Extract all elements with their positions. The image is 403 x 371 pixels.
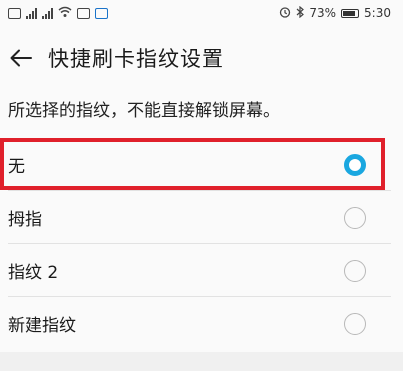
notification-icon bbox=[8, 7, 21, 19]
battery-percent: 73% bbox=[309, 6, 337, 20]
app-bar: 快捷刷卡指纹设置 bbox=[0, 38, 403, 78]
clock: 5:30 bbox=[364, 6, 391, 20]
status-right-icons: 73% 5:30 bbox=[279, 5, 391, 21]
arrow-left-icon bbox=[10, 49, 32, 67]
page-title: 快捷刷卡指纹设置 bbox=[48, 47, 224, 71]
bottom-strip bbox=[0, 352, 403, 371]
fingerprint-option-list: 无 拇指 指纹 2 新建指纹 bbox=[0, 138, 403, 350]
signal-icon bbox=[42, 7, 53, 19]
option-label: 新建指纹 bbox=[8, 316, 76, 336]
option-fingerprint-2[interactable]: 指纹 2 bbox=[0, 244, 403, 297]
radio-unselected-icon[interactable] bbox=[344, 259, 366, 282]
option-label: 无 bbox=[8, 157, 25, 177]
back-button[interactable] bbox=[6, 43, 36, 73]
radio-unselected-icon[interactable] bbox=[344, 206, 366, 229]
option-none[interactable]: 无 bbox=[0, 138, 403, 191]
radio-unselected-icon[interactable] bbox=[344, 312, 366, 335]
option-label: 指纹 2 bbox=[8, 263, 59, 283]
app-icon bbox=[95, 7, 108, 19]
radio-selected-icon[interactable] bbox=[344, 153, 366, 176]
battery-icon bbox=[341, 8, 360, 18]
alarm-icon bbox=[279, 6, 291, 21]
option-label: 拇指 bbox=[8, 210, 42, 230]
bluetooth-icon bbox=[296, 5, 305, 21]
signal-icon bbox=[26, 7, 37, 19]
wifi-icon bbox=[58, 6, 72, 20]
description-text: 所选择的指纹，不能直接解锁屏幕。 bbox=[8, 101, 280, 121]
option-new-fingerprint[interactable]: 新建指纹 bbox=[0, 297, 403, 350]
nfc-icon bbox=[77, 7, 90, 19]
option-thumb[interactable]: 拇指 bbox=[0, 191, 403, 244]
status-left-icons bbox=[8, 6, 108, 20]
status-bar: 73% 5:30 bbox=[0, 0, 403, 26]
